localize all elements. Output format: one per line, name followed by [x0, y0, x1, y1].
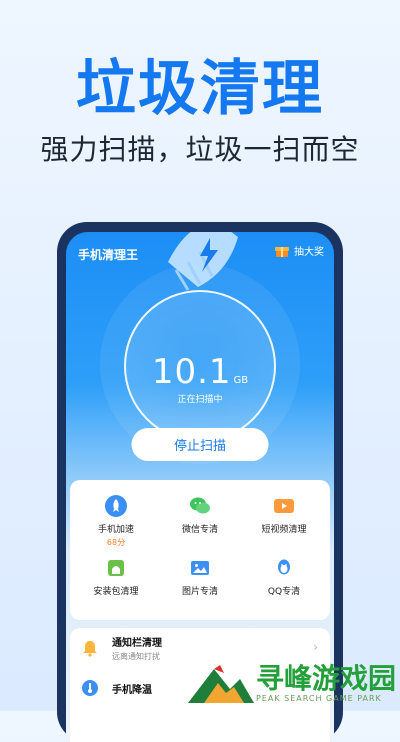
feature-phone-boost[interactable]: 手机加速 68分 [74, 490, 158, 552]
feature-label: 手机加速 [97, 525, 134, 535]
wechat-icon [190, 497, 210, 514]
feature-label: QQ专清 [267, 587, 301, 597]
promo-subline: 强力扫描，垃圾一扫而空 [40, 133, 360, 166]
feature-apk-clean[interactable]: 安装包清理 [74, 552, 158, 614]
feature-label: 图片专清 [181, 587, 218, 597]
video-icon [274, 499, 294, 513]
lottery-button[interactable]: 抽大奖 [274, 242, 324, 258]
feature-short-video-clean[interactable]: 短视频清理 [242, 490, 326, 552]
thermometer-icon [82, 680, 98, 696]
feature-score: 68分 [106, 538, 126, 547]
bell-icon [83, 641, 97, 657]
feature-label: 安装包清理 [93, 587, 139, 597]
image-icon [191, 561, 209, 575]
app-title: 手机清理王 [78, 248, 139, 262]
feature-qq-clean[interactable]: QQ专清 [242, 552, 326, 614]
feature-grid-card: 手机加速 68分 微信专清 短视频清理 安装包清理 图片专清 QQ专清 [70, 480, 330, 620]
feature-wechat-clean[interactable]: 微信专清 [158, 490, 242, 552]
broom-icon [168, 232, 238, 291]
stop-scan-button[interactable]: 停止扫描 [131, 428, 269, 461]
watermark-logo [187, 665, 254, 703]
lottery-label: 抽大奖 [294, 246, 324, 258]
list-item-title: 手机降温 [112, 684, 152, 696]
watermark-subtitle: PEAK SEARCH GAME PARK [255, 693, 382, 703]
junk-size-value: 10.1 [151, 352, 232, 392]
watermark: 寻峰游戏园 PEAK SEARCH GAME PARK [186, 659, 396, 707]
chevron-right-icon: › [313, 640, 318, 654]
feature-image-clean[interactable]: 图片专清 [158, 552, 242, 614]
scan-status: 正在扫描中 [177, 395, 223, 405]
list-item-title: 通知栏清理 [112, 638, 162, 649]
junk-size-unit: GB [233, 375, 249, 386]
android-icon [108, 560, 124, 576]
feature-label: 微信专清 [181, 525, 218, 535]
qq-icon [278, 559, 290, 575]
promo-headline: 垃圾清理 [76, 54, 324, 124]
feature-label: 短视频清理 [261, 525, 307, 535]
rocket-icon [105, 495, 127, 517]
junk-size-readout: 10.1 GB [66, 352, 334, 392]
gift-icon [275, 247, 289, 257]
watermark-title: 寻峰游戏园 [255, 661, 396, 695]
list-item-desc: 远离通知打扰 [112, 652, 160, 661]
